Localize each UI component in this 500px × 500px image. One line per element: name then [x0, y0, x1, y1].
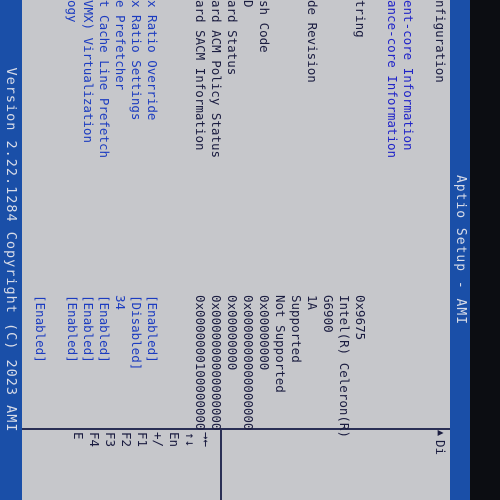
info-row [368, 0, 384, 428]
info-row [416, 0, 432, 428]
info-row: ard SACM Information 0x0000000100000000 [192, 0, 208, 431]
row-label: tring [353, 0, 368, 38]
option-value[interactable]: [Enabled] [144, 295, 160, 363]
option-value[interactable]: 34 [112, 295, 128, 310]
option-value[interactable]: [Disabled] [128, 295, 144, 370]
row-value: 0x0000000100000000 [193, 295, 208, 431]
info-row: ard ACM Policy Status 0x0000000000000000 [208, 0, 224, 431]
setting-option-row[interactable]: [Enabled] [32, 0, 48, 428]
info-row: Intel(R) Celeron(R) [336, 0, 352, 438]
setting-option-row[interactable]: t Cache Line Prefetch [Enabled] [96, 0, 112, 428]
row-label: ard Status [225, 0, 240, 76]
bios-screen: Aptio Setup - AMI nfiguration ent-core In… [0, 0, 470, 500]
info-row: ard Status 0x00000000 [224, 0, 240, 428]
setting-option-row[interactable]: x Ratio Override [Enabled] [144, 0, 160, 428]
info-row: nfiguration [432, 0, 448, 428]
version-text: Version 2.22.1284 Copyright (C) 2023 AMI [3, 67, 19, 433]
row-value: 0x9675 [353, 295, 368, 341]
key-legend-item: F1 [135, 432, 150, 448]
info-row: tring 0x9675 [352, 0, 368, 428]
setting-option-row[interactable]: x Ratio Settings [Disabled] [128, 0, 144, 428]
option-value[interactable]: [Enabled] [96, 295, 112, 363]
submenu-link-row[interactable]: ent-core Information [400, 0, 416, 428]
status-bar: Version 2.22.1284 Copyright (C) 2023 AMI [0, 0, 22, 500]
row-value: 0x00000000 [225, 295, 240, 371]
info-row [176, 0, 192, 428]
setting-option-row[interactable]: e Prefetcher 34 [112, 0, 128, 428]
info-row: Supported [288, 0, 304, 428]
help-title: Di [433, 440, 448, 456]
help-panel: ▲ Di →← ↑↓ En +/F1 F2 F3 F4 E [22, 430, 450, 500]
option-value[interactable]: [Enabled] [64, 295, 80, 363]
info-row: de Revision 1A [304, 0, 320, 428]
key-legend: →← ↑↓ En +/F1 F2 F3 F4 E [70, 432, 214, 500]
row-value: G6900 [321, 295, 336, 333]
key-legend-item: F2 [119, 432, 134, 448]
title-text: Aptio Setup - AMI [453, 174, 468, 326]
row-label: VMX) Virtualization [81, 0, 96, 143]
row-label: e Prefetcher [113, 0, 128, 91]
row-value: Supported [289, 295, 304, 363]
row-value: 0x0000000000000000 [241, 295, 256, 431]
key-legend-item: F4 [87, 432, 102, 448]
row-value: Not Supported [273, 295, 288, 393]
info-row: Not Supported [272, 0, 288, 428]
info-row: D 0x0000000000000000 [240, 0, 256, 431]
key-legend-item: ↑↓ [183, 432, 198, 448]
scroll-up-arrow-icon[interactable]: ▲ [435, 430, 446, 436]
row-label: t Cache Line Prefetch [97, 0, 112, 159]
key-legend-item: En [167, 432, 182, 448]
key-legend-item: →← [199, 432, 214, 448]
option-value[interactable]: [Enabled] [80, 295, 96, 363]
key-legend-item: F3 [103, 432, 118, 448]
row-label: de Revision [305, 0, 320, 83]
row-label: ard ACM Policy Status [209, 0, 224, 159]
submenu-link-row[interactable]: ance-core Information [384, 0, 400, 428]
title-bar: Aptio Setup - AMI [450, 0, 470, 500]
row-value: 0x00000000 [257, 295, 272, 371]
row-label: D [241, 0, 256, 8]
info-row: sh Code 0x00000000 [256, 0, 272, 428]
info-row [160, 0, 176, 428]
setting-option-row[interactable]: ogy [Enabled] [64, 0, 80, 428]
key-legend-item: +/ [151, 432, 166, 448]
info-row: G6900 [320, 0, 336, 428]
row-value: Intel(R) Celeron(R) [337, 295, 352, 438]
row-label: ent-core Information [401, 0, 416, 151]
row-label: ance-core Information [385, 0, 400, 159]
row-label: sh Code [257, 0, 272, 53]
row-value: 1A [305, 295, 320, 311]
row-label: x Ratio Override [145, 0, 160, 121]
row-label: ard SACM Information [193, 0, 208, 151]
settings-panel: nfiguration ent-core Information ance-core… [22, 0, 450, 438]
row-label: nfiguration [433, 0, 448, 83]
item-help-area: ▲ Di [222, 430, 450, 500]
row-value: 0x0000000000000000 [209, 295, 224, 431]
row-label: x Ratio Settings [129, 0, 144, 121]
key-legend-item: E [71, 432, 86, 440]
info-row [48, 0, 64, 428]
help-divider [220, 430, 222, 500]
setting-option-row[interactable]: VMX) Virtualization [Enabled] [80, 0, 96, 428]
row-label: ogy [65, 0, 80, 23]
option-value[interactable]: [Enabled] [32, 295, 48, 363]
